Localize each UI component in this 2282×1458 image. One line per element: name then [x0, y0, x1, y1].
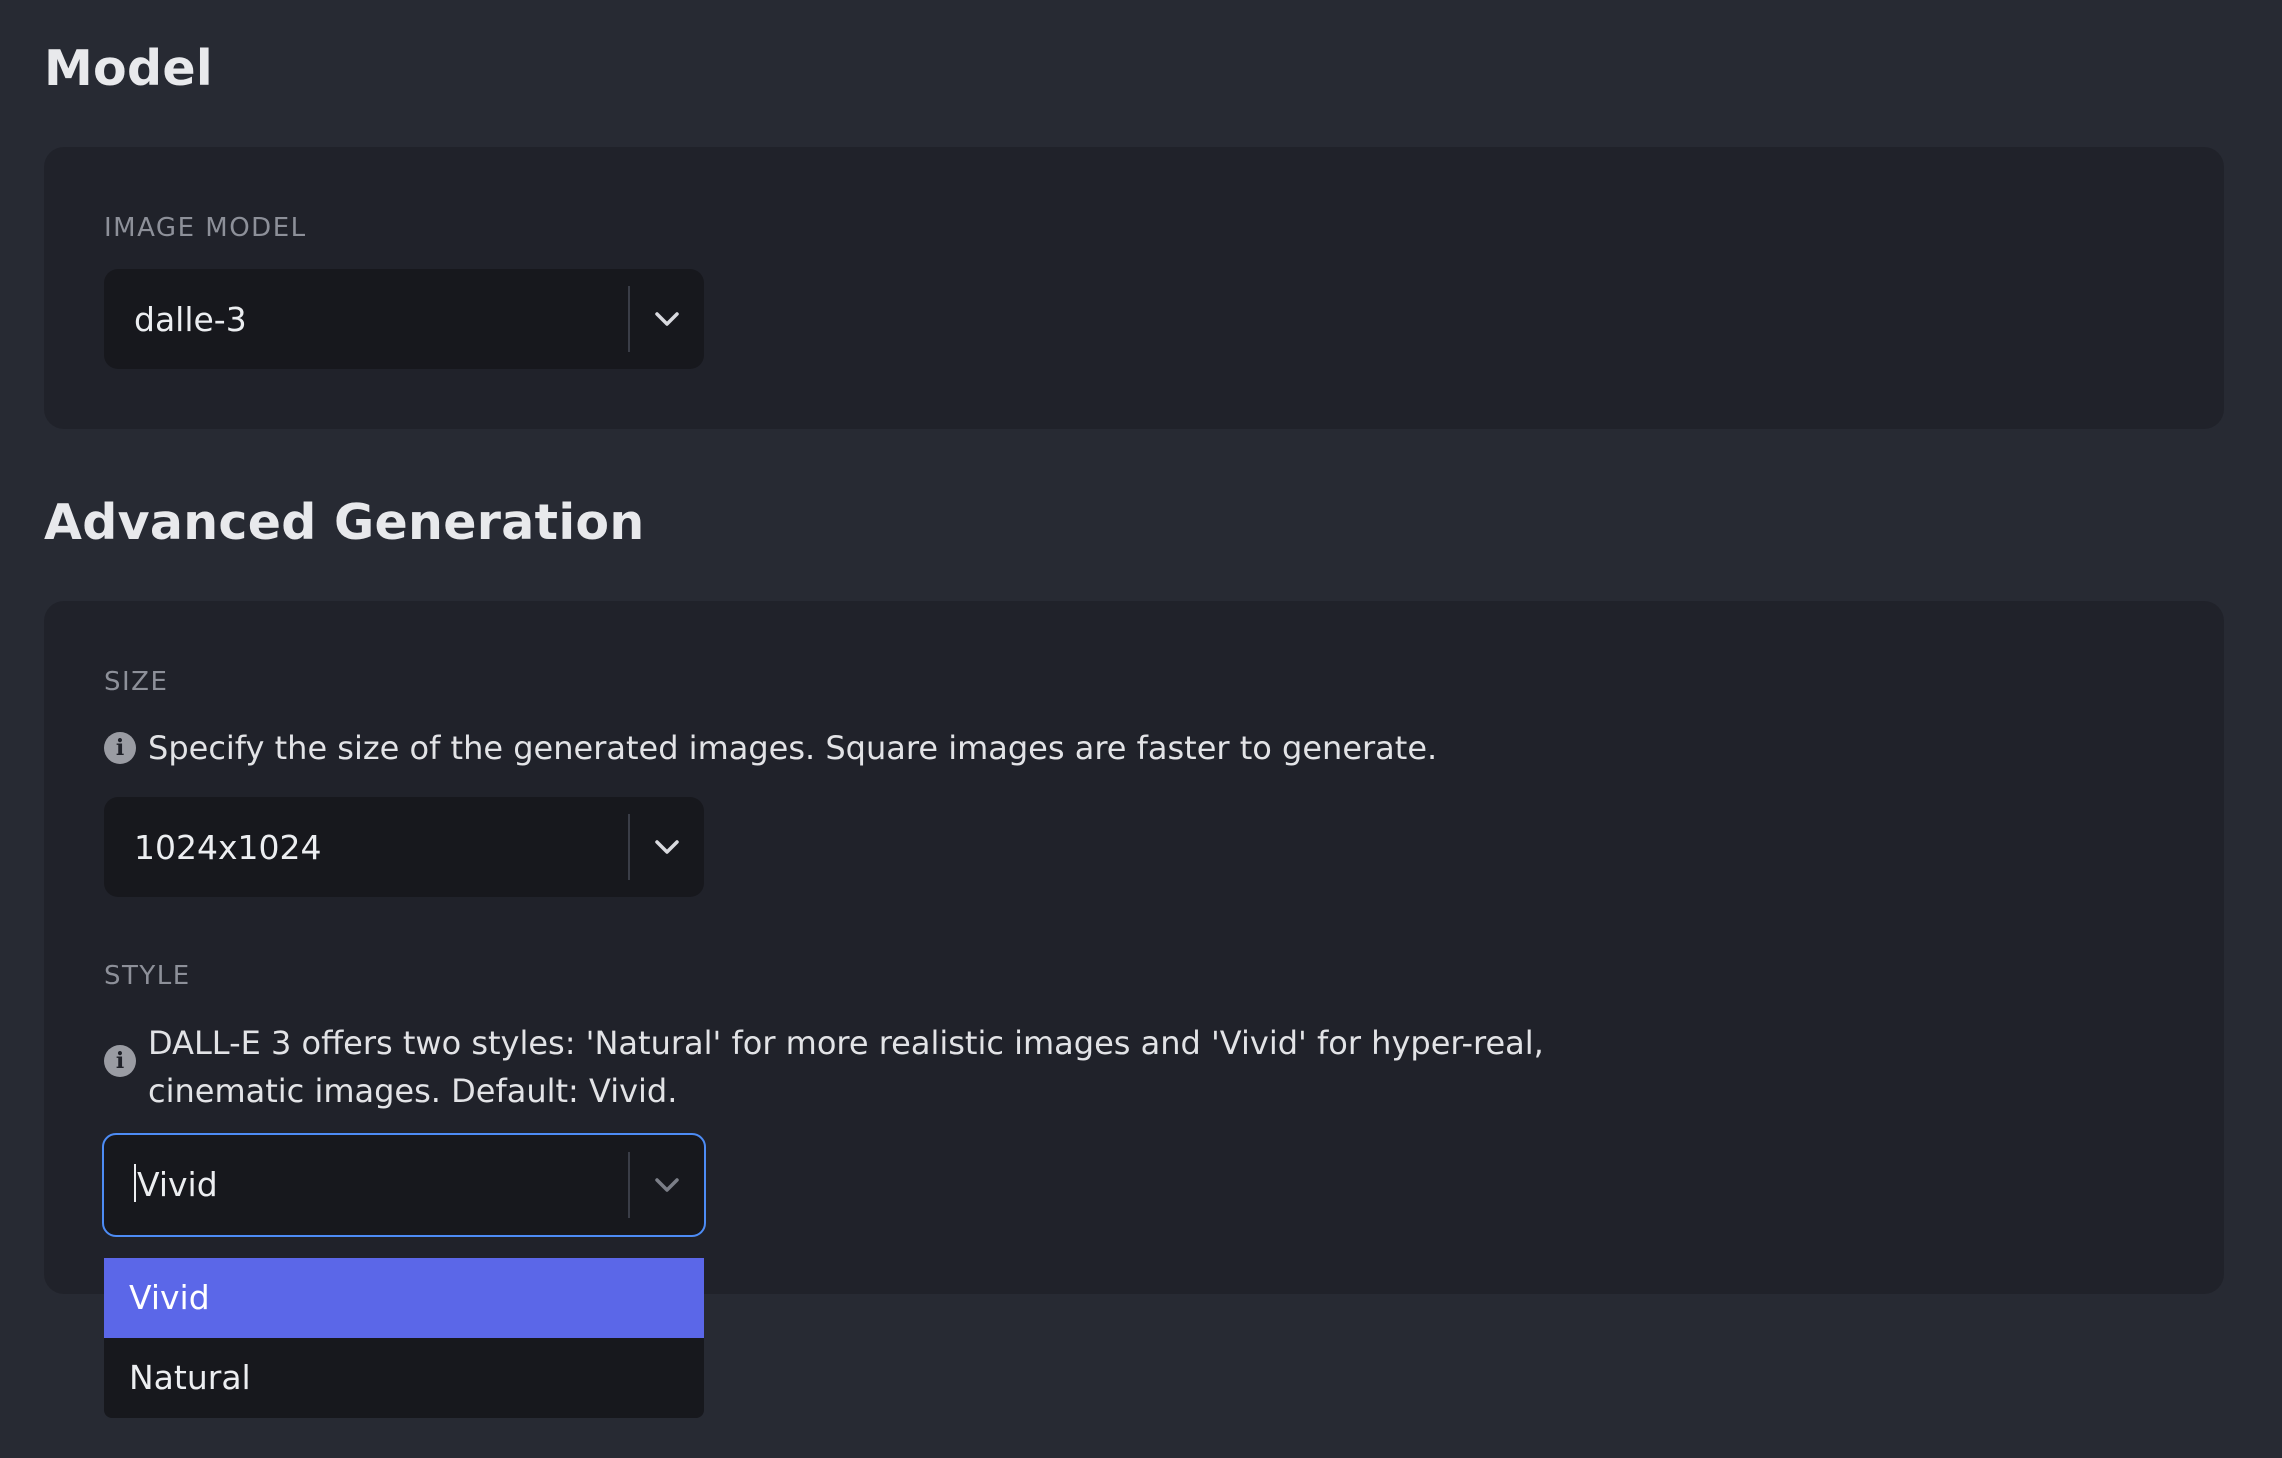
style-dropdown-menu: Vivid Natural	[104, 1258, 704, 1418]
style-help-line2: cinematic images. Default: Vivid.	[148, 1072, 678, 1110]
image-model-value: dalle-3	[134, 299, 247, 339]
style-help: i DALL-E 3 offers two styles: 'Natural' …	[104, 1019, 1544, 1115]
advanced-card: SIZE i Specify the size of the generated…	[44, 601, 2224, 1294]
style-label: STYLE	[104, 961, 191, 991]
text-caret	[134, 1164, 136, 1203]
style-help-line1: DALL-E 3 offers two styles: 'Natural' fo…	[148, 1024, 1544, 1062]
style-option-vivid[interactable]: Vivid	[104, 1258, 704, 1338]
size-help: i Specify the size of the generated imag…	[104, 724, 1437, 772]
style-input[interactable]: Vivid	[104, 1164, 628, 1206]
image-model-select[interactable]: dalle-3	[104, 269, 704, 369]
size-select[interactable]: 1024x1024	[104, 797, 704, 897]
size-label: SIZE	[104, 667, 169, 697]
size-help-text: Specify the size of the generated images…	[148, 729, 1438, 767]
style-select[interactable]: Vivid	[102, 1133, 706, 1237]
chevron-down-icon[interactable]	[630, 310, 704, 328]
style-help-text: DALL-E 3 offers two styles: 'Natural' fo…	[148, 1019, 1544, 1115]
chevron-down-icon[interactable]	[630, 1176, 704, 1194]
info-icon: i	[104, 1045, 136, 1077]
model-card: IMAGE MODEL dalle-3	[44, 147, 2224, 429]
advanced-section-title: Advanced Generation	[44, 494, 645, 551]
size-value: 1024x1024	[134, 827, 322, 867]
chevron-down-icon[interactable]	[630, 838, 704, 856]
image-model-label: IMAGE MODEL	[104, 213, 307, 243]
info-icon: i	[104, 732, 136, 764]
model-section-title: Model	[44, 40, 214, 97]
style-option-natural[interactable]: Natural	[104, 1338, 704, 1418]
style-value: Vivid	[137, 1164, 218, 1204]
